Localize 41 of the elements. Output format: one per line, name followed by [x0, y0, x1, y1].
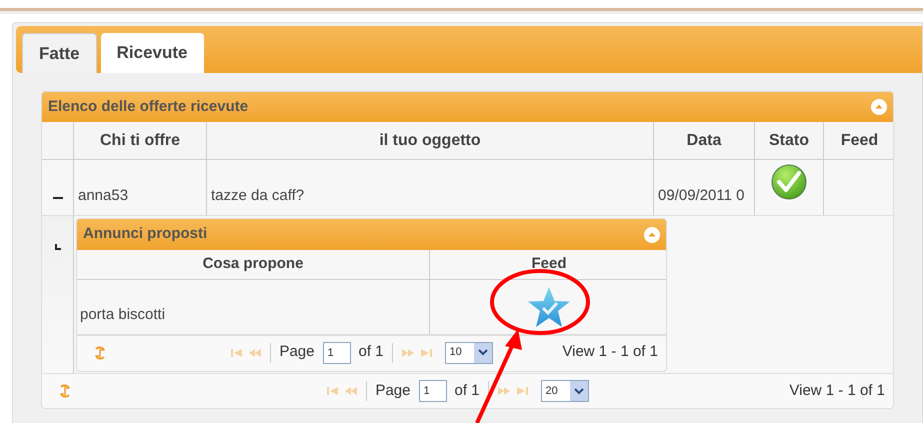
grid-title: Elenco delle offerte ricevute [48, 96, 248, 117]
table-cell-text: tazze da caff? [211, 186, 304, 206]
page-count: of 1 [454, 380, 480, 401]
table-cell-text: 09/09/2011 0 [658, 186, 744, 206]
page-number-field[interactable]: 1 [322, 342, 350, 364]
tab[interactable]: Fatte [22, 33, 97, 73]
collapse-icon[interactable] [871, 99, 887, 115]
table-cell-text: anna53 [78, 186, 128, 206]
previous-page-icon[interactable] [344, 386, 358, 396]
first-page-icon[interactable] [230, 348, 244, 358]
column-header[interactable]: Cosa propone [77, 250, 430, 279]
page-number-field[interactable]: 1 [418, 380, 446, 402]
column-header[interactable]: Feed [430, 250, 666, 279]
column-header[interactable]: il tuo oggetto [207, 122, 654, 159]
column-header[interactable]: Stato [755, 122, 824, 159]
next-page-icon[interactable] [496, 386, 511, 396]
page-count: of 1 [358, 342, 384, 362]
first-page-icon[interactable] [326, 386, 340, 396]
page-size-select[interactable]: 10 [444, 342, 493, 364]
last-page-icon[interactable] [514, 386, 529, 396]
tree-branch-icon [54, 244, 60, 250]
column-header[interactable]: Feed [824, 122, 893, 159]
tab[interactable]: Ricevute [100, 33, 204, 73]
column-header[interactable]: Chi ti offre [74, 122, 207, 159]
collapse-icon[interactable] [644, 226, 660, 242]
table-cell-text: porta biscotti [80, 304, 166, 324]
column-header[interactable]: Data [654, 122, 755, 159]
page-size-select[interactable]: 20 [540, 380, 589, 402]
page-label: Page [279, 342, 314, 362]
next-page-icon[interactable] [400, 348, 415, 358]
refresh-icon[interactable] [58, 383, 72, 399]
star-check-icon[interactable] [527, 286, 571, 328]
previous-page-icon[interactable] [248, 348, 262, 358]
dropdown-caret-icon [478, 349, 488, 356]
page-label: Page [375, 380, 410, 401]
view-range: View 1 - 1 of 1 [562, 343, 658, 360]
dropdown-caret-icon [574, 388, 584, 394]
refresh-icon[interactable] [93, 344, 107, 360]
subgrid-title: Annunci proposti [83, 224, 208, 244]
last-page-icon[interactable] [418, 348, 433, 358]
view-range: View 1 - 1 of 1 [789, 382, 885, 399]
